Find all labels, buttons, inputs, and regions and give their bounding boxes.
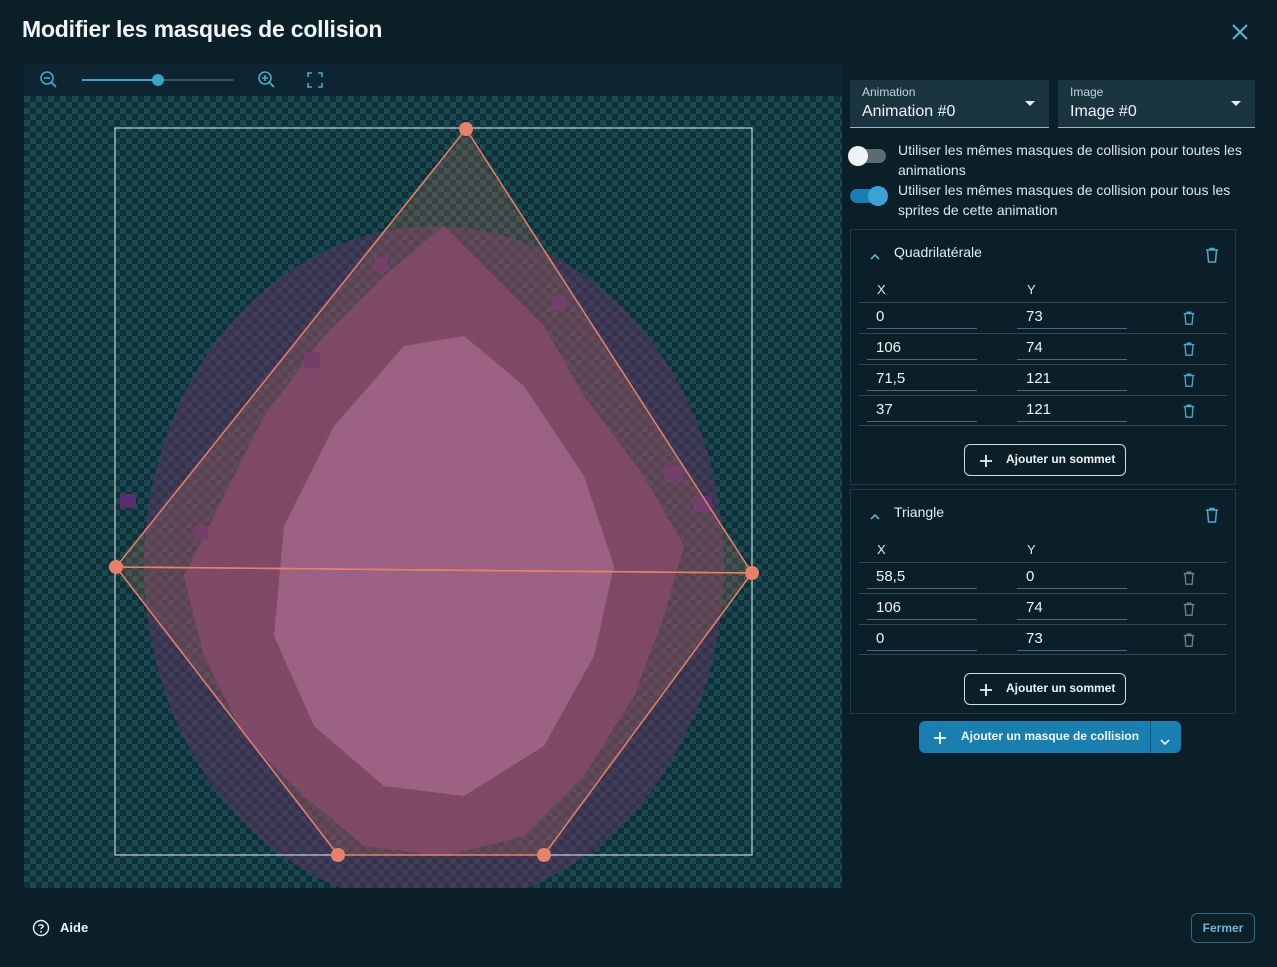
trash-icon-disabled <box>1181 570 1199 588</box>
add-vertex-label: Ajouter un sommet <box>1006 452 1116 466</box>
chevron-up-icon[interactable] <box>869 248 881 260</box>
column-header-y: Y <box>1027 542 1036 557</box>
add-collision-mask-label: Ajouter un masque de collision <box>961 729 1140 743</box>
trash-icon[interactable] <box>1203 246 1221 264</box>
chevron-down-icon[interactable] <box>1159 732 1171 746</box>
vertex-row: 106 74 <box>859 333 1227 364</box>
vertex-handle[interactable] <box>537 848 551 862</box>
mask-title: Triangle <box>894 504 945 520</box>
help-icon <box>32 919 50 937</box>
vertex-x-input[interactable]: 0 <box>867 307 977 329</box>
vertex-handle[interactable] <box>459 122 473 136</box>
column-header-x: X <box>877 282 886 297</box>
zoom-slider-fill <box>82 79 158 81</box>
vertex-row: 106 74 <box>859 593 1227 624</box>
vertex-x-input[interactable]: 37 <box>867 400 977 422</box>
zoom-slider-thumb[interactable] <box>152 74 164 86</box>
vertex-handle[interactable] <box>109 560 123 574</box>
animation-select-value: Animation #0 <box>862 103 956 120</box>
vertex-y-input[interactable]: 121 <box>1017 369 1127 391</box>
dialog-title: Modifier les masques de collision <box>22 16 383 42</box>
toggle-switch-off[interactable] <box>848 146 886 166</box>
vertex-x-input[interactable]: 71,5 <box>867 369 977 391</box>
add-vertex-button[interactable]: Ajouter un sommet <box>964 444 1126 476</box>
toggle-label: Utiliser les mêmes masques de collision … <box>898 182 1231 218</box>
close-button[interactable]: Fermer <box>1191 913 1255 943</box>
vertex-y-input[interactable]: 0 <box>1017 567 1127 589</box>
split-divider <box>1150 721 1151 753</box>
vertex-y-input[interactable]: 121 <box>1017 400 1127 422</box>
column-header-y: Y <box>1027 282 1036 297</box>
help-label: Aide <box>60 920 89 935</box>
close-icon[interactable] <box>1228 20 1252 44</box>
mask-card-triangle: Triangle X Y 58,5 0 106 74 0 73 Ajouter … <box>850 489 1236 714</box>
chevron-up-icon[interactable] <box>869 508 881 520</box>
vertex-row: 0 73 <box>859 624 1227 655</box>
toggle-label: Utiliser les mêmes masques de collision … <box>898 142 1242 178</box>
sprite-canvas[interactable] <box>24 96 842 888</box>
vertex-row: 71,5 121 <box>859 364 1227 395</box>
vertex-x-input[interactable]: 106 <box>867 338 977 360</box>
help-button[interactable]: Aide <box>32 918 102 938</box>
vertex-x-input[interactable]: 58,5 <box>867 567 977 589</box>
chevron-down-icon <box>1025 101 1035 106</box>
zoom-in-icon[interactable] <box>257 70 277 90</box>
mask-title: Quadrilatérale <box>894 244 982 260</box>
vertex-row: 58,5 0 <box>859 562 1227 593</box>
toggle-knob <box>868 186 888 206</box>
plus-icon <box>979 682 993 696</box>
toggle-knob <box>848 146 868 166</box>
trash-icon[interactable] <box>1203 506 1221 524</box>
image-select-label: Image <box>1070 85 1104 99</box>
trash-icon[interactable] <box>1181 372 1199 390</box>
animation-select[interactable]: Animation Animation #0 <box>850 80 1049 128</box>
zoom-out-icon[interactable] <box>39 70 59 90</box>
image-select[interactable]: Image Image #0 <box>1058 80 1255 128</box>
vertex-y-input[interactable]: 74 <box>1017 338 1127 360</box>
vertex-x-input[interactable]: 0 <box>867 629 977 651</box>
mask-header: Quadrilatérale <box>851 230 1237 276</box>
trash-icon[interactable] <box>1181 403 1199 421</box>
trash-icon-disabled <box>1181 601 1199 619</box>
vertex-y-input[interactable]: 73 <box>1017 629 1127 651</box>
fit-screen-icon[interactable] <box>305 70 325 90</box>
close-button-label: Fermer <box>1202 921 1244 935</box>
column-header-x: X <box>877 542 886 557</box>
add-collision-mask-button[interactable]: Ajouter un masque de collision <box>919 721 1181 753</box>
mask-header: Triangle <box>851 490 1237 536</box>
plus-icon <box>933 730 947 744</box>
chevron-down-icon <box>1231 101 1241 106</box>
add-vertex-button[interactable]: Ajouter un sommet <box>964 673 1126 705</box>
animation-select-label: Animation <box>862 85 916 99</box>
vertex-y-input[interactable]: 74 <box>1017 598 1127 620</box>
vertex-y-input[interactable]: 73 <box>1017 307 1127 329</box>
plus-icon <box>979 453 993 467</box>
collision-mask-preview <box>24 64 842 888</box>
image-select-value: Image #0 <box>1070 103 1137 120</box>
toggle-switch-on[interactable] <box>850 186 888 206</box>
vertex-row: 0 73 <box>859 302 1227 333</box>
vertex-x-input[interactable]: 106 <box>867 598 977 620</box>
preview-toolbar <box>24 64 842 96</box>
trash-icon-disabled <box>1181 632 1199 650</box>
vertex-handle[interactable] <box>331 848 345 862</box>
vertex-row: 37 121 <box>859 395 1227 426</box>
add-vertex-label: Ajouter un sommet <box>1006 681 1116 695</box>
vertex-handle[interactable] <box>745 566 759 580</box>
trash-icon[interactable] <box>1181 310 1199 328</box>
mask-card-quadrilateral: Quadrilatérale X Y 0 73 106 74 71,5 121 … <box>850 229 1236 485</box>
trash-icon[interactable] <box>1181 341 1199 359</box>
zoom-slider[interactable] <box>82 74 234 86</box>
